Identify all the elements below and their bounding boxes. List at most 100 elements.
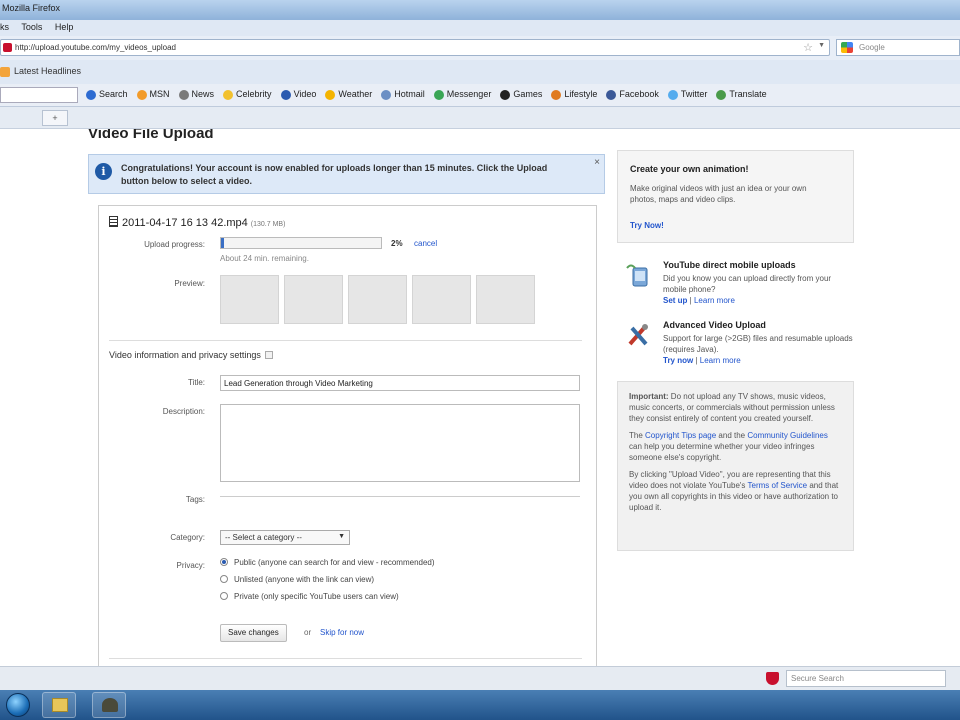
privacy-radio[interactable] <box>220 558 228 566</box>
preview-thumbnail-3 <box>348 275 407 324</box>
menu-tools[interactable]: Tools <box>21 22 42 32</box>
menu-bar: ks Tools Help <box>0 20 960 36</box>
msn-butterfly-icon <box>136 89 147 100</box>
rss-icon <box>0 66 10 77</box>
toolbar-item-label: News <box>191 89 215 99</box>
advanced-try-now-link[interactable]: Try now <box>663 356 693 365</box>
bookmark-latest-headlines[interactable]: Latest Headlines <box>0 66 82 77</box>
skip-link[interactable]: Skip for now <box>320 628 364 637</box>
toolbar-item-hotmail[interactable]: Hotmail <box>381 89 425 100</box>
toolbar-item-celebrity[interactable]: Celebrity <box>223 89 272 100</box>
save-changes-button[interactable]: Save changes <box>220 624 287 642</box>
tags-label: Tags: <box>185 495 205 504</box>
msn-toolbar: Search MSN News Celebrity Video Weather Hotmai… <box>0 84 960 107</box>
copyright-tips-link[interactable]: Copyright Tips page <box>645 431 716 440</box>
upload-progress-bar <box>220 237 382 249</box>
privacy-radio[interactable] <box>220 592 228 600</box>
privacy-option[interactable]: Public (anyone can search for and view -… <box>220 558 435 567</box>
address-bar[interactable]: http://upload.youtube.com/my_videos_uplo… <box>0 39 830 56</box>
toolbar-item-translate[interactable]: Translate <box>716 89 767 100</box>
navigation-bar: http://upload.youtube.com/my_videos_uplo… <box>0 36 960 60</box>
tags-input[interactable] <box>220 496 580 497</box>
chevron-down-icon: ▼ <box>338 533 345 540</box>
secure-search-input[interactable]: Secure Search <box>786 670 946 687</box>
promo-description: Make original videos with just an idea o… <box>630 184 807 204</box>
privacy-option-label: Public (anyone can search for and view -… <box>234 558 435 567</box>
toolbar-item-msn[interactable]: MSN <box>136 89 170 100</box>
youtube-favicon-icon <box>3 43 12 52</box>
toolbar-item-label: Lifestyle <box>564 89 598 99</box>
privacy-option-label: Private (only specific YouTube users can… <box>234 592 399 601</box>
mobile-phone-icon <box>626 264 648 287</box>
tools-icon <box>628 324 648 346</box>
mobile-setup-link[interactable]: Set up <box>663 296 687 305</box>
category-select[interactable]: -- Select a category -- ▼ <box>220 530 350 545</box>
video-icon <box>280 89 291 100</box>
bookmark-star-icon[interactable]: ☆ <box>803 41 813 54</box>
preview-thumbnail-5 <box>476 275 535 324</box>
toolbar-item-video[interactable]: Video <box>280 89 316 100</box>
shield-icon <box>766 672 779 685</box>
terms-of-service-link[interactable]: Terms of Service <box>748 481 808 490</box>
category-value: -- Select a category -- <box>225 533 302 542</box>
category-label: Category: <box>170 533 205 542</box>
toolbar-item-lifestyle[interactable]: Lifestyle <box>551 89 598 100</box>
divider <box>109 658 582 659</box>
window-title: Mozilla Firefox <box>2 3 61 13</box>
toolbar-item-label: Weather <box>338 89 373 99</box>
film-icon <box>109 216 118 227</box>
taskbar-explorer-button[interactable] <box>42 692 76 718</box>
title-input[interactable]: Lead Generation through Video Marketing <box>220 375 580 391</box>
toolbar-item-games[interactable]: Games <box>500 89 542 100</box>
menu-help[interactable]: Help <box>55 22 74 32</box>
toolbar-item-news[interactable]: News <box>178 89 215 100</box>
toolbar-item-label: MSN <box>149 89 170 99</box>
preview-thumbnail-4 <box>412 275 471 324</box>
taskbar-app-button[interactable] <box>92 692 126 718</box>
toolbar-item-facebook[interactable]: Facebook <box>606 89 659 100</box>
copyright-text-3: can help you determine whether your vide… <box>629 442 815 462</box>
description-textarea[interactable] <box>220 404 580 482</box>
toolbar-item-label: Translate <box>729 89 767 99</box>
privacy-option-label: Unlisted (anyone with the link can view) <box>234 575 375 584</box>
new-tab-button[interactable]: + <box>42 110 68 126</box>
upload-panel: 2011-04-17 16 13 42.mp4 (130.7 MB) Upload… <box>98 205 597 666</box>
advanced-learn-more-link[interactable]: Learn more <box>700 356 741 365</box>
promo-title: Create your own animation! <box>630 164 749 174</box>
privacy-option[interactable]: Unlisted (anyone with the link can view) <box>220 575 374 584</box>
community-guidelines-link[interactable]: Community Guidelines <box>747 431 827 440</box>
toolbar-item-search[interactable]: Search <box>86 89 128 100</box>
games-icon <box>500 89 511 100</box>
help-icon[interactable] <box>264 351 273 359</box>
toolbar-search-input[interactable] <box>0 87 78 103</box>
messenger-icon <box>433 89 444 100</box>
start-button[interactable] <box>6 693 30 717</box>
copyright-text-1: The <box>629 431 643 440</box>
star-icon <box>223 89 234 100</box>
toolbar-items: Search MSN News Celebrity Video Weather Hotmai… <box>86 89 776 100</box>
window-title-bar: Mozilla Firefox <box>0 0 960 20</box>
toolbar-item-messenger[interactable]: Messenger <box>433 89 491 100</box>
bookmark-label: Latest Headlines <box>14 66 82 76</box>
file-header: 2011-04-17 16 13 42.mp4 (130.7 MB) <box>109 216 285 229</box>
progress-label: Upload progress: <box>144 240 205 249</box>
progress-percent: 2% <box>391 239 403 248</box>
file-name: 2011-04-17 16 13 42.mp4 <box>122 217 248 229</box>
privacy-label: Privacy: <box>176 561 205 570</box>
cancel-upload-link[interactable]: cancel <box>414 239 437 248</box>
bookmarks-bar: Latest Headlines <box>0 60 960 84</box>
history-dropdown-icon[interactable]: ▼ <box>818 42 825 49</box>
advanced-upload-description: Support for large (>2GB) files and resum… <box>663 334 853 365</box>
privacy-option[interactable]: Private (only specific YouTube users can… <box>220 592 399 601</box>
toolbar-item-weather[interactable]: Weather <box>325 89 373 100</box>
search-box[interactable]: Google <box>836 39 960 56</box>
menu-bookmarks[interactable]: ks <box>0 22 9 32</box>
toolbar-item-twitter[interactable]: Twitter <box>667 89 707 100</box>
privacy-radio[interactable] <box>220 575 228 583</box>
promo-try-now-link[interactable]: Try Now! <box>630 221 664 230</box>
mobile-learn-more-link[interactable]: Learn more <box>694 296 735 305</box>
upload-progress-fill <box>221 238 225 248</box>
close-icon[interactable]: × <box>594 157 600 168</box>
title-label: Title: <box>187 378 205 387</box>
file-size: (130.7 MB) <box>250 221 286 228</box>
